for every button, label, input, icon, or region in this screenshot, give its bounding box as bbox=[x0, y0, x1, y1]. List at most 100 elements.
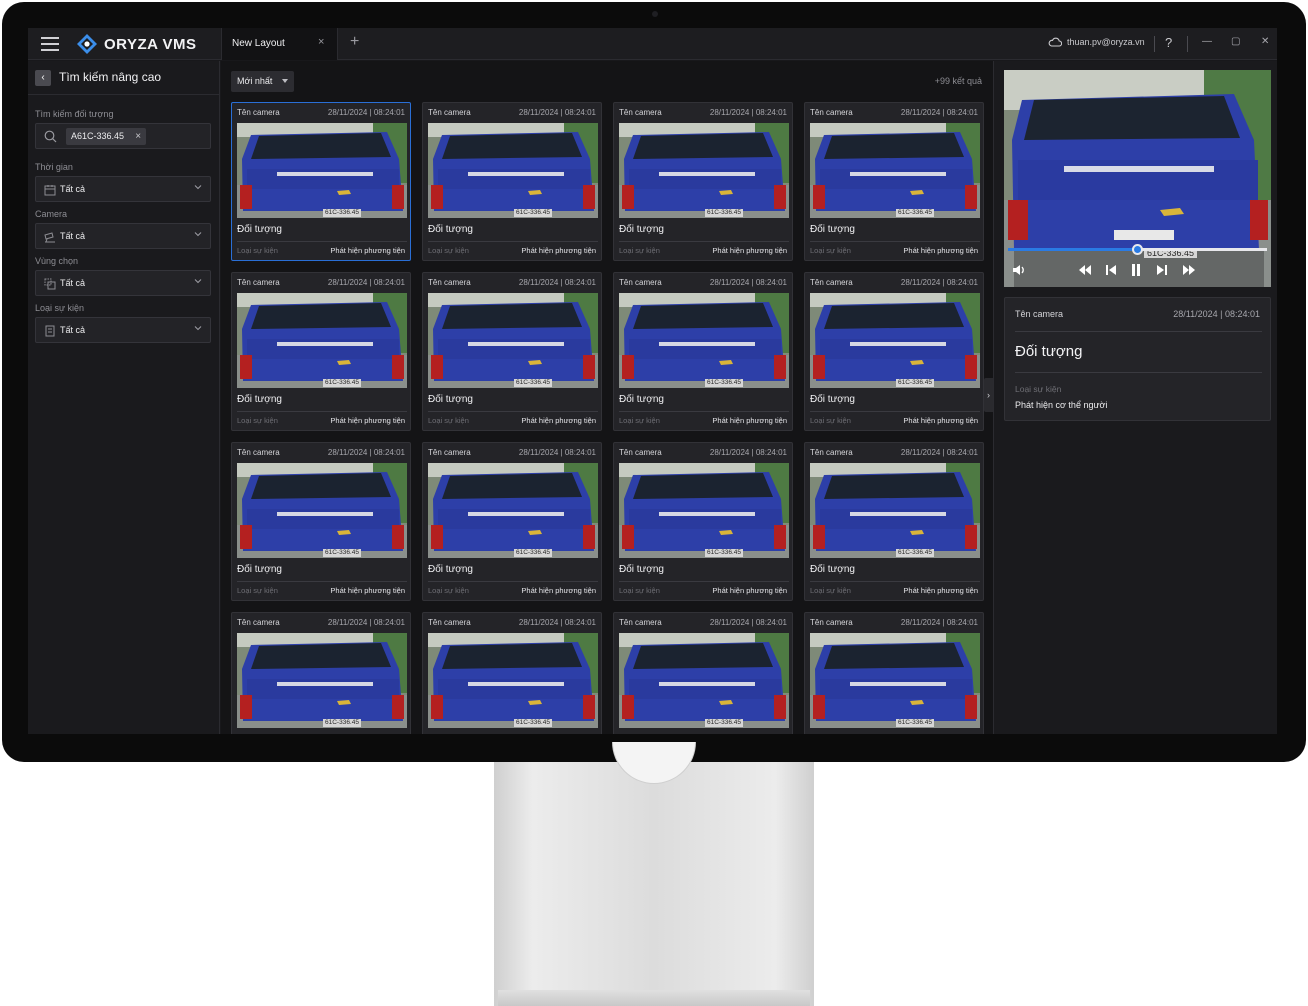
zone-filter-label: Vùng chọn bbox=[35, 256, 79, 266]
camera-filter-select[interactable]: Tất cả bbox=[35, 223, 211, 249]
card-object-title: Đối tượng bbox=[619, 224, 664, 235]
user-account[interactable]: thuan.pv@oryza.vn bbox=[1048, 37, 1145, 47]
result-card[interactable]: Tên camera 28/11/2024 | 08:24:01 61C-336.4… bbox=[613, 272, 793, 431]
search-chip: A61C-336.45 × bbox=[66, 128, 147, 145]
video-player[interactable]: 61C-336.45 bbox=[1004, 70, 1271, 287]
previous-frame-icon[interactable] bbox=[1105, 263, 1117, 277]
result-card[interactable]: Tên camera 28/11/2024 | 08:24:01 61C-336.4… bbox=[804, 612, 984, 734]
help-icon[interactable]: ? bbox=[1165, 35, 1172, 50]
rewind-icon[interactable] bbox=[1078, 263, 1092, 277]
thumbnail-image bbox=[428, 293, 598, 388]
search-icon bbox=[44, 130, 57, 143]
card-timestamp: 28/11/2024 | 08:24:01 bbox=[709, 278, 787, 287]
card-thumbnail: 61C-336.45 bbox=[619, 123, 789, 218]
card-camera-name: Tên camera bbox=[810, 448, 853, 457]
pause-icon[interactable] bbox=[1130, 263, 1142, 277]
result-count: +99 kết quả bbox=[934, 76, 982, 86]
result-card[interactable]: Tên camera 28/11/2024 | 08:24:01 61C-336.4… bbox=[422, 102, 602, 261]
advanced-search-panel: ‹ Tìm kiếm nâng cao Tìm kiếm đối tượng A… bbox=[28, 61, 220, 734]
volume-icon[interactable] bbox=[1012, 263, 1026, 277]
app-logo: ORYZA VMS bbox=[76, 33, 197, 55]
close-window-icon[interactable]: ✕ bbox=[1261, 36, 1269, 47]
card-timestamp: 28/11/2024 | 08:24:01 bbox=[709, 618, 787, 627]
chevron-down-icon bbox=[194, 326, 202, 331]
card-event-value: Phát hiện phương tiện bbox=[521, 586, 596, 595]
collapse-panel-button[interactable]: › bbox=[984, 378, 993, 412]
card-plate-text: 61C-336.45 bbox=[514, 719, 552, 727]
panel-header: ‹ Tìm kiếm nâng cao bbox=[28, 61, 220, 95]
result-card[interactable]: Tên camera 28/11/2024 | 08:24:01 61C-336.4… bbox=[804, 102, 984, 261]
chip-remove-icon[interactable]: × bbox=[135, 128, 141, 145]
card-camera-name: Tên camera bbox=[810, 108, 853, 117]
object-search-input[interactable]: A61C-336.45 × bbox=[35, 123, 211, 149]
result-card[interactable]: Tên camera 28/11/2024 | 08:24:01 61C-336.4… bbox=[804, 442, 984, 601]
card-plate-text: 61C-336.45 bbox=[896, 209, 934, 217]
divider bbox=[1187, 36, 1188, 52]
card-thumbnail: 61C-336.45 bbox=[237, 633, 407, 728]
card-object-title: Đối tượng bbox=[237, 224, 282, 235]
event-type-filter-select[interactable]: Tất cả bbox=[35, 317, 211, 343]
detail-event-value: Phát hiện cơ thể người bbox=[1015, 400, 1108, 410]
detail-timestamp: 28/11/2024 | 08:24:01 bbox=[1173, 309, 1260, 319]
card-plate-text: 61C-336.45 bbox=[323, 719, 361, 727]
result-card[interactable]: Tên camera 28/11/2024 | 08:24:01 61C-336.4… bbox=[804, 272, 984, 431]
card-plate-text: 61C-336.45 bbox=[705, 379, 743, 387]
card-event-label: Loại sự kiện bbox=[810, 586, 851, 595]
card-timestamp: 28/11/2024 | 08:24:01 bbox=[518, 448, 596, 457]
card-event-label: Loại sự kiện bbox=[810, 246, 851, 255]
detail-object-title: Đối tượng bbox=[1015, 343, 1083, 360]
card-event-label: Loại sự kiện bbox=[428, 586, 469, 595]
result-card[interactable]: Tên camera 28/11/2024 | 08:24:01 61C-336.4… bbox=[231, 442, 411, 601]
result-card[interactable]: Tên camera 28/11/2024 | 08:24:01 61C-336.4… bbox=[231, 612, 411, 734]
card-camera-name: Tên camera bbox=[428, 618, 471, 627]
result-card[interactable]: Tên camera 28/11/2024 | 08:24:01 61C-336.4… bbox=[231, 272, 411, 431]
hamburger-menu-icon[interactable] bbox=[41, 37, 59, 51]
card-thumbnail: 61C-336.45 bbox=[237, 123, 407, 218]
card-thumbnail: 61C-336.45 bbox=[810, 293, 980, 388]
card-timestamp: 28/11/2024 | 08:24:01 bbox=[327, 448, 405, 457]
time-filter-select[interactable]: Tất cả bbox=[35, 176, 211, 202]
camera-icon bbox=[44, 232, 55, 243]
card-event-label: Loại sự kiện bbox=[619, 586, 660, 595]
result-card[interactable]: Tên camera 28/11/2024 | 08:24:01 61C-336.4… bbox=[613, 102, 793, 261]
tab-label: New Layout bbox=[232, 38, 285, 49]
card-plate-text: 61C-336.45 bbox=[514, 209, 552, 217]
zone-filter-select[interactable]: Tất cả bbox=[35, 270, 211, 296]
result-card[interactable]: Tên camera 28/11/2024 | 08:24:01 61C-336.4… bbox=[613, 442, 793, 601]
result-card[interactable]: Tên camera 28/11/2024 | 08:24:01 61C-336.4… bbox=[422, 272, 602, 431]
tab-new-layout[interactable]: New Layout × bbox=[221, 28, 338, 60]
maximize-icon[interactable]: ▢ bbox=[1231, 36, 1240, 47]
minimize-icon[interactable]: — bbox=[1202, 36, 1212, 47]
card-thumbnail: 61C-336.45 bbox=[810, 633, 980, 728]
zone-icon bbox=[44, 278, 56, 290]
result-card[interactable]: Tên camera 28/11/2024 | 08:24:01 61C-336.4… bbox=[422, 442, 602, 601]
tab-close-icon[interactable]: × bbox=[318, 36, 324, 48]
progress-knob[interactable] bbox=[1132, 244, 1143, 255]
result-card[interactable]: Tên camera 28/11/2024 | 08:24:01 61C-336.4… bbox=[231, 102, 411, 261]
divider bbox=[237, 241, 407, 242]
card-event-label: Loại sự kiện bbox=[428, 246, 469, 255]
card-plate-text: 61C-336.45 bbox=[323, 549, 361, 557]
divider bbox=[619, 241, 789, 242]
detail-panel: 61C-336.45 Tên camera 28/11/2024 | 08:24… bbox=[993, 61, 1277, 734]
object-search-label: Tìm kiếm đối tượng bbox=[35, 109, 114, 119]
card-thumbnail: 61C-336.45 bbox=[428, 463, 598, 558]
result-card[interactable]: Tên camera 28/11/2024 | 08:24:01 61C-336.4… bbox=[613, 612, 793, 734]
card-thumbnail: 61C-336.45 bbox=[428, 123, 598, 218]
card-event-value: Phát hiện phương tiện bbox=[330, 416, 405, 425]
time-filter-label: Thời gian bbox=[35, 162, 73, 172]
add-tab-icon[interactable]: + bbox=[350, 33, 359, 51]
next-frame-icon[interactable] bbox=[1156, 263, 1168, 277]
thumbnail-image bbox=[237, 293, 407, 388]
card-plate-text: 61C-336.45 bbox=[705, 209, 743, 217]
fast-forward-icon[interactable] bbox=[1182, 263, 1196, 277]
divider bbox=[1015, 331, 1262, 332]
back-button[interactable]: ‹ bbox=[35, 70, 51, 86]
card-thumbnail: 61C-336.45 bbox=[810, 123, 980, 218]
card-camera-name: Tên camera bbox=[428, 108, 471, 117]
divider bbox=[1154, 36, 1155, 52]
card-timestamp: 28/11/2024 | 08:24:01 bbox=[518, 108, 596, 117]
caret-down-icon bbox=[282, 79, 289, 83]
result-card[interactable]: Tên camera 28/11/2024 | 08:24:01 61C-336.4… bbox=[422, 612, 602, 734]
sort-dropdown[interactable]: Mới nhất bbox=[231, 71, 295, 92]
